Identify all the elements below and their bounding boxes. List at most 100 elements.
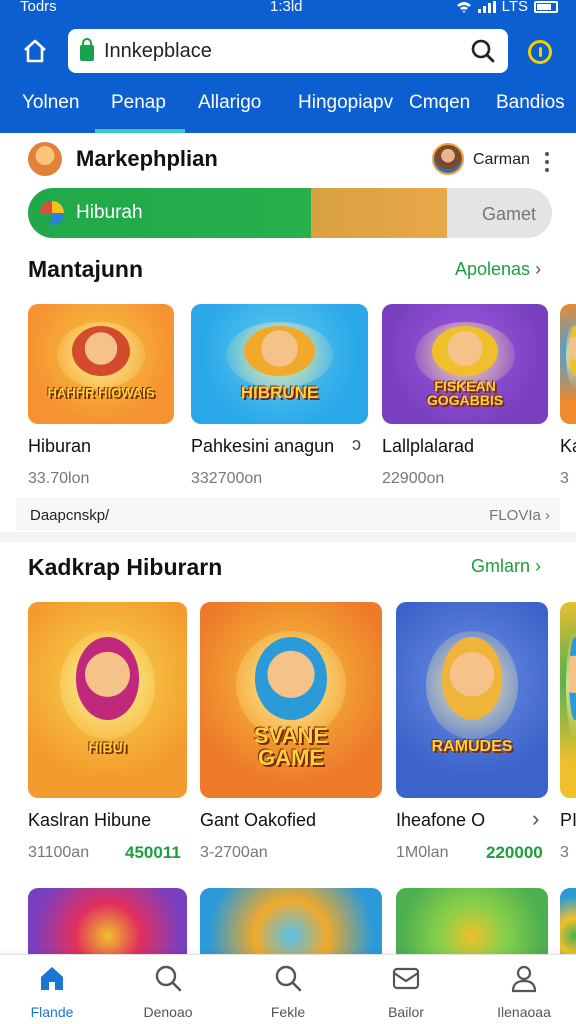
status-time: 1:3ld [270,0,303,15]
character-icon [244,325,315,376]
tab-penap[interactable]: Penap [111,92,166,114]
tab-cmqen[interactable]: Cmqen [409,92,470,114]
game-price: 3 [560,470,569,487]
progress-orange-segment [311,188,447,238]
game-thumbnail[interactable] [560,304,576,424]
bottom-navigation: Flande Denoao Fekle Bailor Ilenaoaa [0,954,576,1024]
game-price: 3 [560,844,569,861]
search-icon[interactable] [470,38,496,64]
progress-right-label: Gamet [481,204,536,224]
app-logo-icon [40,201,64,225]
search-icon [155,965,182,992]
nav-label: Bailor [388,1004,424,1020]
game-title[interactable]: Hiburan [28,436,91,457]
chevron-right-icon: › [535,556,542,576]
footer-right-link[interactable]: FLOVIa › [489,507,550,524]
tab-yolnen[interactable]: Yolnen [22,92,79,114]
inbox-icon [392,967,420,990]
character-icon [254,637,328,720]
account-icon[interactable] [528,40,552,64]
avatar[interactable] [432,143,464,175]
character-icon [71,325,131,376]
game-thumbnail[interactable] [560,602,576,798]
game-thumbnail[interactable]: HIBUI [28,602,187,798]
section-gap [0,532,576,542]
game-price: 3-2700an [200,844,268,861]
progress-green-segment [28,188,311,238]
battery-icon [534,0,558,13]
game-title[interactable]: PI [560,810,576,831]
nav-profile[interactable]: Ilenaoaa [474,963,574,1020]
section-see-all-link[interactable]: Apolenas › [455,259,541,280]
address-bar[interactable]: Innkepblace [68,29,508,73]
signal-icon [477,0,496,13]
game-thumbnail[interactable]: RAMUDES [396,602,548,798]
section-title: Kadkrap Hiburarn [28,554,223,580]
game-price: 1M0lan [396,844,449,861]
app-header: Todrs 1:3ld LTS Innkepblace Yolnen Penap… [0,0,576,133]
game-logo-text: FISKEAN GOGABBIS [426,377,504,408]
game-title[interactable]: Iheafone O [396,810,485,831]
nav-label: Denoao [143,1004,193,1020]
home-button[interactable] [18,34,52,68]
game-title[interactable]: Kaslran Hibune [28,810,151,831]
game-logo-text: RAMUDES [431,738,513,756]
active-tab-indicator [95,129,185,133]
section-see-all-link[interactable]: Gmlarn › [471,556,541,577]
tab-bandios[interactable]: Bandios [496,92,565,114]
status-bar: Todrs 1:3ld LTS [0,0,576,18]
character-icon [75,637,140,720]
footer-right-label: FLOVIa [489,507,541,524]
chevron-right-icon: › [535,259,542,279]
game-sale-price: 450011 [125,843,181,862]
user-name[interactable]: Carman [473,151,530,169]
share-icon[interactable]: ɔ [352,434,361,455]
game-title[interactable]: Gant Oakofied [200,810,316,831]
character-icon [569,637,576,720]
nav-inbox[interactable]: Bailor [356,963,456,1020]
game-thumbnail[interactable]: FISKEAN GOGABBIS [382,304,548,424]
tab-allarigo[interactable]: Allarigo [198,92,261,114]
nav-home[interactable]: Flande [2,963,102,1020]
section-footer[interactable]: Daapcnskp/ FLOVIa › [16,498,560,530]
person-icon [511,965,537,993]
nav-label: Flande [30,1004,74,1020]
chevron-right-icon[interactable]: › [532,806,539,832]
footer-left-label: Daapcnskp/ [30,507,110,524]
game-logo-text: HIBRUNE [240,383,319,403]
game-thumbnail[interactable]: HIBRUNE [191,304,368,424]
progress-label: Hiburah [76,202,143,223]
game-price: 22900on [382,470,445,487]
chevron-right-icon: › [545,507,550,524]
game-title[interactable]: Ka [560,436,576,457]
game-price: 33.70lon [28,470,90,487]
home-icon [24,39,46,63]
marketplace-header: Markephplian Carman [0,138,576,182]
address-text: Innkepblace [104,39,212,62]
home-icon [41,967,63,990]
progress-bar[interactable]: Hiburah Gamet [28,188,552,238]
more-options-icon[interactable] [544,152,550,172]
marketplace-logo [28,142,62,176]
game-sale-price: 220000 [486,843,543,862]
marketplace-title: Markephplian [76,146,218,171]
game-price: 31100an [28,844,90,861]
game-price: 332700on [191,470,263,487]
game-title[interactable]: Lallplalarad [382,436,474,457]
status-icons: LTS [456,0,558,15]
see-all-label: Apolenas [455,259,531,279]
game-thumbnail[interactable]: HAHHR HIOWAIS [28,304,174,424]
game-logo-text: HAHHR HIOWAIS [47,385,155,401]
section-title: Mantajunn [28,256,143,282]
nav-discover[interactable]: Denoao [118,963,218,1020]
game-logo-text: SVANE GAME [253,723,329,771]
search-icon [275,965,302,992]
game-title[interactable]: Pahkesini anagun [191,436,334,457]
character-icon [569,325,576,376]
wifi-icon [456,1,471,13]
status-carrier: Todrs [20,0,57,15]
tab-hingopiapv[interactable]: Hingopiapv [298,92,393,114]
game-thumbnail[interactable]: SVANE GAME [200,602,382,798]
lock-icon [80,38,94,61]
nav-search[interactable]: Fekle [238,963,338,1020]
